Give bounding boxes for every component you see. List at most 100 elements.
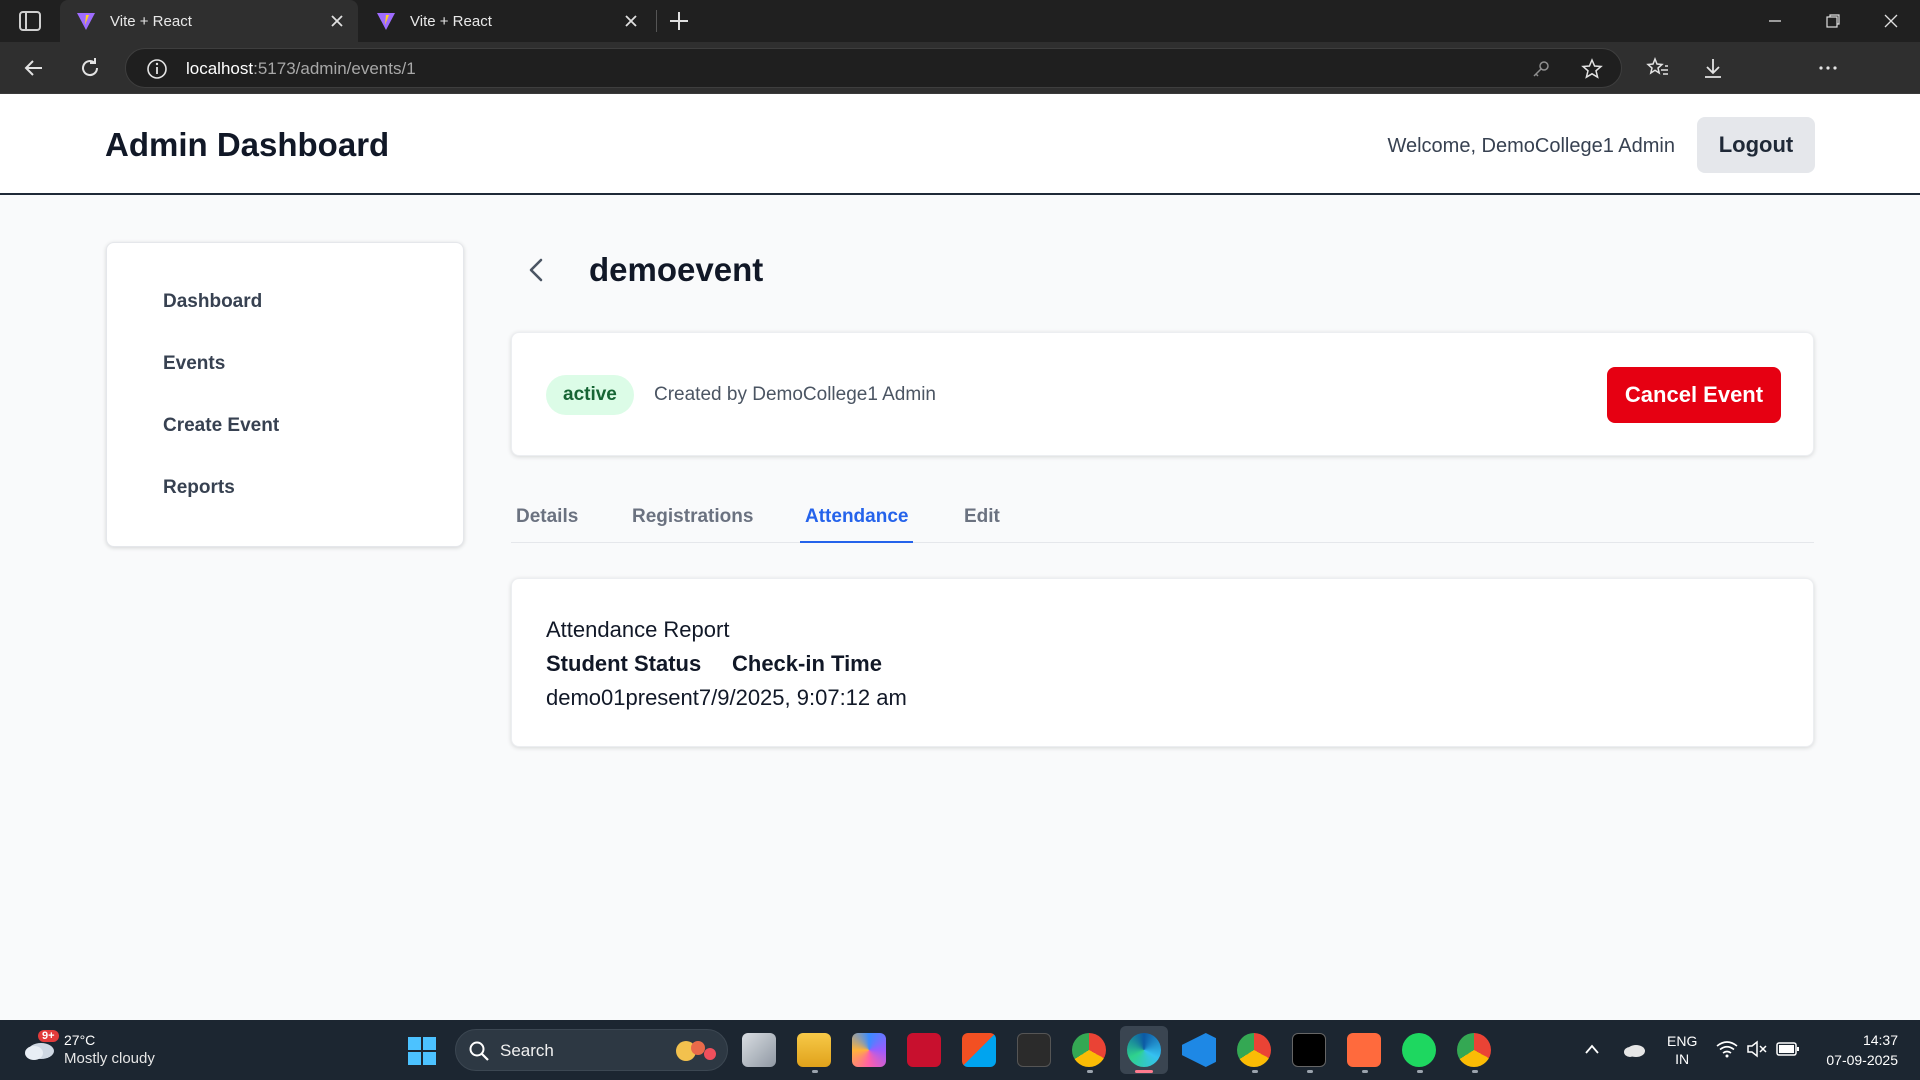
- running-indicator: [1087, 1070, 1093, 1073]
- search-label: Search: [500, 1041, 554, 1060]
- running-indicator: [1307, 1070, 1313, 1073]
- status-badge: active: [546, 375, 634, 415]
- tab-registrations[interactable]: Registrations: [632, 506, 753, 541]
- info-icon[interactable]: [146, 58, 168, 80]
- sidebar: Dashboard Events Create Event Reports: [106, 242, 464, 547]
- edge-icon: [1127, 1033, 1161, 1067]
- chrome-profile-icon[interactable]: [1237, 1033, 1271, 1067]
- clock-time: 14:37: [1862, 1032, 1898, 1048]
- spotify-icon[interactable]: [1402, 1033, 1436, 1067]
- running-indicator: [1362, 1070, 1368, 1073]
- lang-bottom: IN: [1675, 1051, 1690, 1067]
- maximize-icon: [1826, 14, 1840, 28]
- search-highlight-icon: [676, 1041, 716, 1061]
- refresh-button[interactable]: [76, 54, 104, 82]
- minimize-button[interactable]: [1746, 0, 1804, 42]
- running-indicator: [1252, 1070, 1258, 1073]
- volume-muted-icon[interactable]: [1746, 1040, 1768, 1058]
- active-indicator: [1135, 1070, 1153, 1073]
- download-icon: [1705, 59, 1721, 78]
- browser-tab-bar: Vite + React Vite + React: [0, 0, 1920, 42]
- table-header-check-in-time: Check-in Time: [732, 651, 882, 676]
- task-view-icon[interactable]: [742, 1033, 776, 1067]
- file-explorer-icon[interactable]: [797, 1033, 831, 1067]
- logout-button[interactable]: Logout: [1697, 117, 1815, 173]
- tab-title: Vite + React: [110, 12, 192, 30]
- sidebar-item-events[interactable]: Events: [163, 353, 225, 375]
- weather-temp: 27°C: [64, 1032, 96, 1048]
- onedrive-icon[interactable]: [1622, 1040, 1646, 1058]
- url-path: :5173/admin/events/1: [253, 59, 416, 78]
- tab-divider: [656, 10, 657, 32]
- close-icon[interactable]: [622, 12, 640, 30]
- favorites-button[interactable]: [1644, 54, 1672, 82]
- windows-start-icon[interactable]: [407, 1036, 437, 1066]
- tab-details[interactable]: Details: [516, 506, 578, 541]
- sidebar-toggle-icon[interactable]: [18, 10, 42, 32]
- event-title: demoevent: [589, 251, 764, 288]
- cancel-event-button[interactable]: Cancel Event: [1607, 367, 1781, 423]
- key-icon[interactable]: [1531, 59, 1551, 79]
- app-icon-orange[interactable]: [1347, 1033, 1381, 1067]
- table-row: demo01present7/9/2025, 9:07:12 am: [546, 685, 907, 710]
- attendance-report-card: Attendance Report Student Status Check-i…: [511, 578, 1814, 747]
- more-menu-button[interactable]: [1814, 54, 1842, 82]
- sidebar-item-reports[interactable]: Reports: [163, 477, 235, 499]
- back-arrow-icon: [24, 60, 42, 76]
- created-by-text: Created by DemoCollege1 Admin: [654, 384, 936, 405]
- url-text: localhost:5173/admin/events/1: [186, 59, 416, 79]
- weather-condition: Mostly cloudy: [64, 1050, 155, 1067]
- sidebar-item-dashboard[interactable]: Dashboard: [163, 291, 262, 313]
- vite-logo-icon: [77, 13, 95, 30]
- sidebar-item-create-event[interactable]: Create Event: [163, 415, 279, 437]
- close-icon[interactable]: [328, 12, 346, 30]
- window-close-icon: [1884, 14, 1898, 28]
- taskbar-search[interactable]: Search: [455, 1029, 728, 1071]
- downloads-button[interactable]: [1699, 54, 1727, 82]
- chrome-alt-icon[interactable]: [1457, 1033, 1491, 1067]
- ms-store-icon[interactable]: [962, 1033, 996, 1067]
- more-icon: [1819, 66, 1837, 70]
- chevron-up-icon[interactable]: [1584, 1042, 1600, 1056]
- edge-active-bg[interactable]: [1120, 1026, 1168, 1074]
- windows-taskbar: 9+ 27°C Mostly cloudy Search ENG IN 14:3…: [0, 1020, 1920, 1080]
- system-clock[interactable]: 14:37 07-09-2025: [1826, 1030, 1898, 1070]
- page-title: Admin Dashboard: [105, 126, 390, 163]
- refresh-icon: [82, 58, 99, 77]
- back-button[interactable]: [20, 54, 48, 82]
- app-header: Admin Dashboard Welcome, DemoCollege1 Ad…: [0, 94, 1920, 195]
- tab-attendance[interactable]: Attendance: [800, 506, 914, 543]
- event-status-card: active Created by DemoCollege1 Admin Can…: [511, 332, 1814, 456]
- tab-title: Vite + React: [410, 12, 492, 30]
- copilot-app-icon[interactable]: [852, 1033, 886, 1067]
- clock-date: 07-09-2025: [1826, 1052, 1898, 1068]
- vscode-icon[interactable]: [1182, 1033, 1216, 1067]
- report-title: Attendance Report: [546, 617, 730, 642]
- browser-tab-2[interactable]: Vite + React: [360, 0, 652, 42]
- minimize-icon: [1769, 20, 1781, 22]
- tab-edit[interactable]: Edit: [964, 506, 1000, 541]
- epic-games-icon[interactable]: [1017, 1033, 1051, 1067]
- mcafee-icon[interactable]: [907, 1033, 941, 1067]
- vite-logo-icon: [377, 13, 395, 30]
- welcome-text: Welcome, DemoCollege1 Admin: [1387, 135, 1675, 157]
- browser-tab-1[interactable]: Vite + React: [60, 0, 358, 42]
- event-tabs: Details Registrations Attendance Edit: [511, 496, 1814, 543]
- url-host: localhost: [186, 59, 254, 78]
- running-indicator: [1417, 1070, 1423, 1073]
- chrome-icon[interactable]: [1072, 1033, 1106, 1067]
- app-icon-black[interactable]: [1292, 1033, 1326, 1067]
- language-indicator[interactable]: ENG IN: [1667, 1032, 1697, 1068]
- battery-icon[interactable]: [1776, 1041, 1800, 1057]
- address-bar[interactable]: localhost:5173/admin/events/1: [125, 48, 1622, 88]
- new-tab-icon[interactable]: [666, 8, 692, 34]
- maximize-button[interactable]: [1804, 0, 1862, 42]
- running-indicator: [1472, 1070, 1478, 1073]
- notification-badge: 9+: [38, 1030, 59, 1042]
- chevron-left-icon[interactable]: [521, 254, 553, 286]
- wifi-icon[interactable]: [1716, 1040, 1738, 1058]
- star-icon[interactable]: [1581, 58, 1603, 80]
- window-close-button[interactable]: [1862, 0, 1920, 42]
- table-header-student-status: Student Status: [546, 651, 702, 676]
- weather-widget[interactable]: 9+ 27°C Mostly cloudy: [20, 1028, 170, 1072]
